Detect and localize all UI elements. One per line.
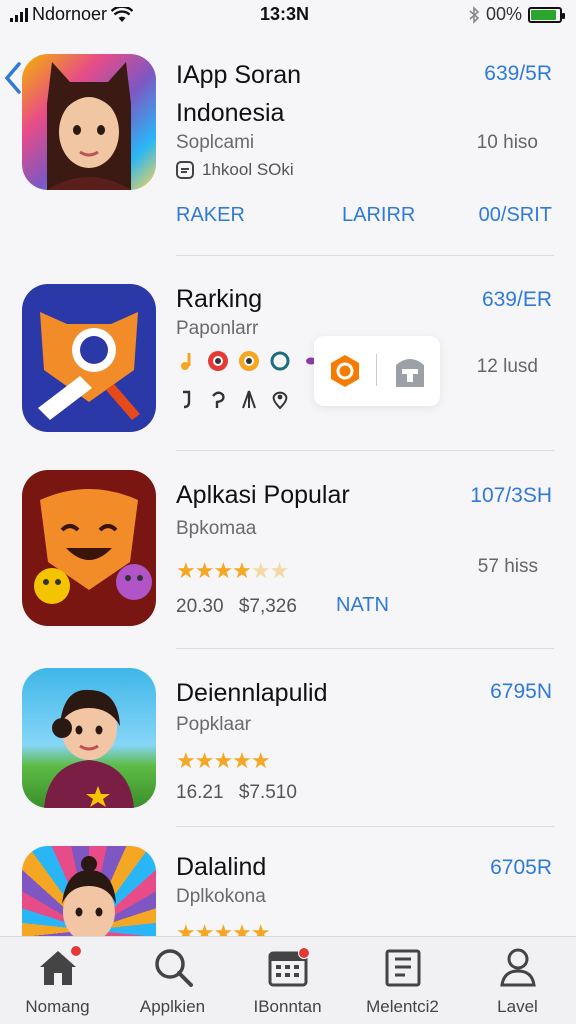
size-label: 57 hiss (477, 556, 538, 577)
battery-icon (528, 6, 565, 23)
app-title: Deiennlapulid (176, 679, 328, 707)
tab-search[interactable]: Applkien (115, 937, 230, 1024)
notification-badge (298, 947, 310, 959)
location-icon (272, 391, 288, 410)
app-title: Rarking (176, 285, 263, 313)
fox-illustration (38, 312, 140, 420)
tab-calendar[interactable]: IBonntan (230, 937, 345, 1024)
clock: 13:3Ν (260, 4, 310, 24)
swirl-icon (212, 391, 225, 408)
status-bar: Ndornoer 13:3Ν 00% (0, 0, 576, 28)
price-label[interactable]: 639/ER (482, 288, 552, 312)
avatar-illustration (47, 62, 131, 190)
row-divider (176, 255, 554, 256)
app-icon-avatar (22, 54, 156, 190)
price-label[interactable]: 107/3SH (470, 484, 552, 508)
ring-icon (270, 351, 290, 371)
action-link-3[interactable]: 00/SRIT (479, 204, 552, 227)
rating-stars: ★★★★★ (176, 748, 271, 773)
quick-action-card (314, 336, 440, 406)
meta-value-1: 20.30 (176, 596, 224, 617)
bag-icon (176, 161, 194, 179)
tab-label: Applkien (139, 997, 206, 1016)
bluetooth-icon (469, 5, 480, 24)
notification-badge (70, 945, 82, 957)
girl-illustration (44, 689, 134, 808)
document-icon (385, 949, 421, 987)
app-subtitle: Popklaar (176, 714, 251, 735)
status-right: 00% (468, 4, 565, 25)
tab-profile[interactable]: Lavel (460, 937, 575, 1024)
list-item[interactable]: Aplkasi Popular 107/3SH Bpkomaa 57 hiss … (0, 470, 576, 650)
app-subtitle: Paponlarr (176, 318, 259, 339)
music-note-icon (181, 353, 191, 370)
app-subtitle: Bpkomaa (176, 518, 257, 539)
battery-fill (531, 9, 557, 20)
tab-label: IBonntan (253, 997, 322, 1016)
carrier-name: Ndornoer (32, 4, 108, 24)
store-icon[interactable] (394, 353, 426, 389)
face-red-icon (208, 351, 228, 371)
row-divider (176, 450, 554, 451)
person-icon (500, 948, 536, 987)
size-label: 12 lusd (476, 356, 538, 377)
meta-value-2: $7.510 (238, 782, 297, 803)
face-orange-icon (239, 351, 259, 371)
tab-bar: Nomang Applkien IBonntan Melentci2 Lavel (0, 936, 576, 1024)
hook-icon (183, 390, 191, 409)
app-subtitle: Soplcami (176, 132, 255, 153)
app-icon-fox (22, 284, 156, 432)
emoji-row-1 (176, 350, 322, 372)
app-title: Aplkasi Popular (176, 481, 350, 509)
action-link[interactable]: NATN (336, 594, 389, 617)
battery-percent: 00% (485, 4, 522, 24)
row-divider (176, 648, 554, 649)
smiley-illustration (34, 489, 152, 604)
tab-label: Lavel (497, 997, 538, 1016)
search-icon (155, 949, 193, 987)
developer-name: 1hkool SOki (202, 160, 294, 179)
rating-stars: ★★★★★★ (176, 558, 289, 583)
tab-home[interactable]: Nomang (0, 937, 115, 1024)
app-subtitle: Dplkokona (176, 886, 266, 907)
app-title: Dalalind (176, 853, 267, 881)
meta-value-1: 16.21 (176, 782, 224, 803)
action-link-1[interactable]: RAKER (176, 204, 245, 227)
list-item[interactable]: Rarking 639/ER Paponlarr 12 lusd (0, 284, 576, 452)
app-title: IApp Soran Indonesia (176, 56, 301, 132)
row-divider (176, 826, 554, 827)
card-separator (376, 354, 377, 386)
action-link-2[interactable]: LARIRR (342, 204, 415, 227)
app-title-line-1: IApp Soran (176, 61, 302, 89)
meta-value-2: $7,326 (238, 596, 297, 617)
app-title-line-2: Indonesia (176, 99, 285, 127)
tripod-icon (242, 390, 256, 409)
wifi-icon (111, 6, 134, 22)
list-item[interactable]: Deiennlapulid 6795N Popklaar ★★★★★ 16.21… (0, 668, 576, 828)
meta-row: 16.21 $7.510 (176, 782, 297, 804)
app-icon-girl (22, 668, 156, 808)
app-icon-smiley (22, 470, 156, 626)
size-label: 10 hiso (476, 132, 538, 153)
record-icon[interactable] (328, 353, 362, 389)
price-label[interactable]: 639/5R (484, 62, 552, 86)
emoji-row-2 (176, 388, 291, 410)
tab-label: Melentci2 (366, 997, 439, 1016)
meta-row: 20.30 $7,326 (176, 596, 297, 618)
list-item[interactable]: IApp Soran Indonesia 639/5R Soplcami 10 … (0, 54, 576, 258)
carrier-group: Ndornoer (10, 4, 134, 25)
signal-icon (10, 7, 28, 22)
price-label[interactable]: 6795N (490, 680, 552, 704)
tab-label: Nomang (25, 997, 90, 1016)
price-label[interactable]: 6705R (490, 856, 552, 880)
list-item[interactable]: Dalalind 6705R Dplkokona ★★★★★ (0, 846, 576, 986)
tab-documents[interactable]: Melentci2 (345, 937, 460, 1024)
developer-row: 1hkool SOki (176, 160, 294, 180)
